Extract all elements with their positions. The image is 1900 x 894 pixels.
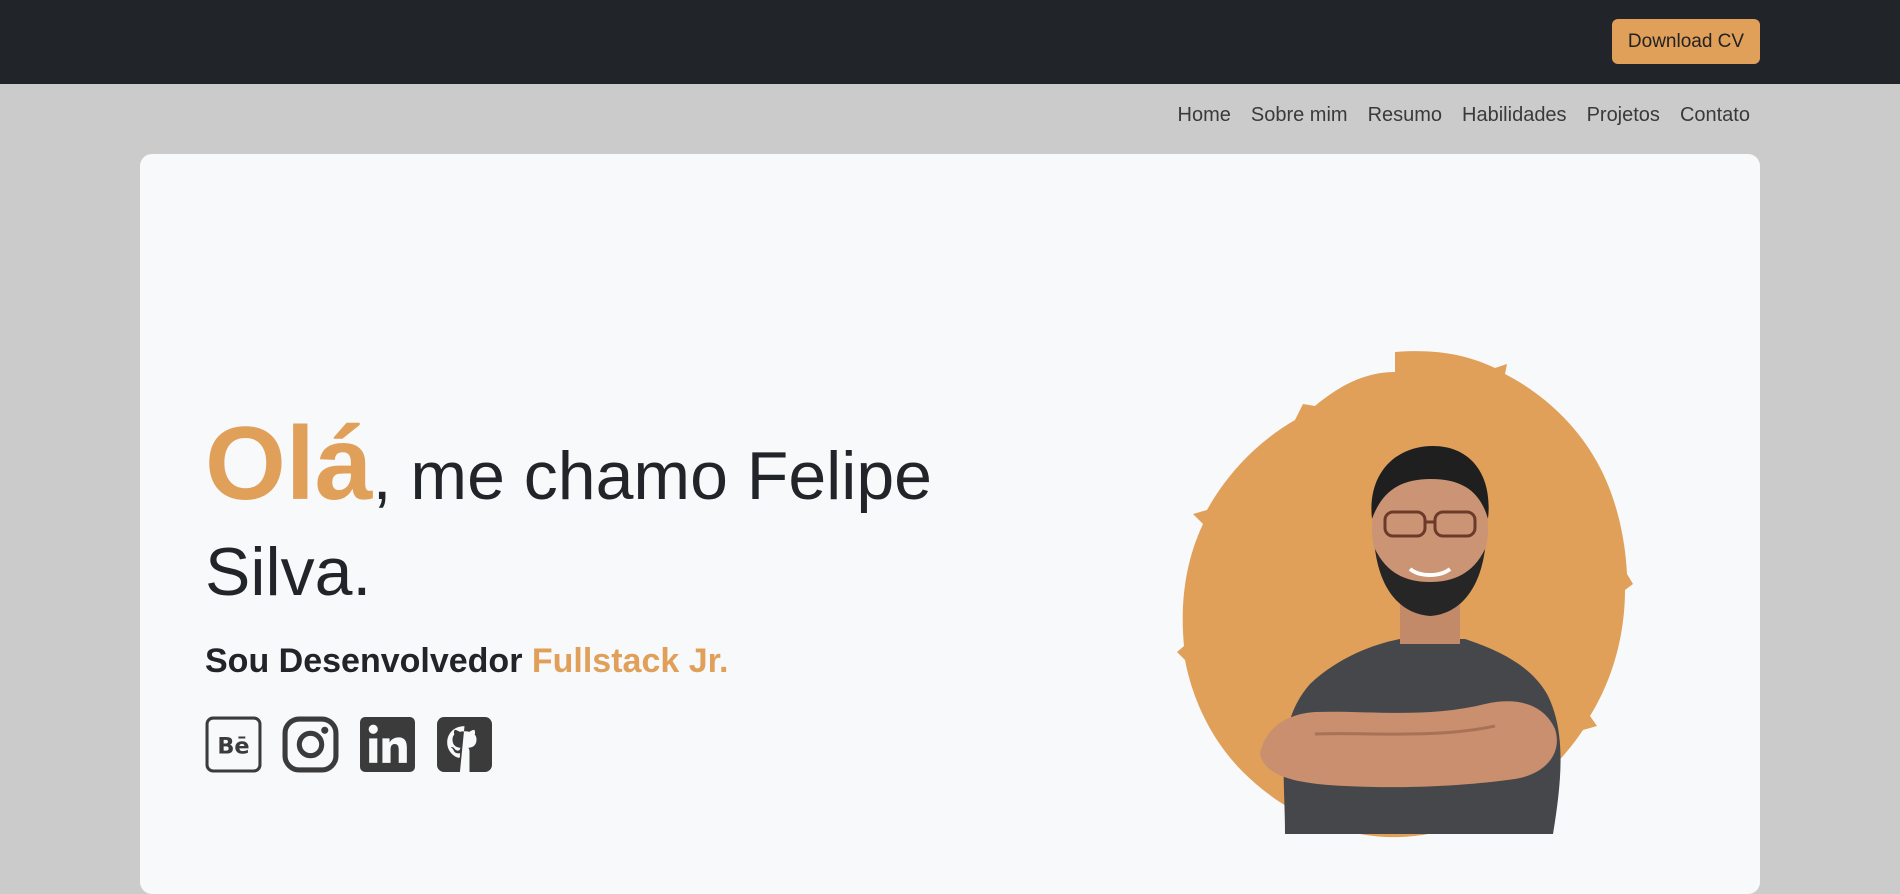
role-highlight: Fullstack Jr.	[531, 642, 729, 680]
nav-link-resumo[interactable]: Resumo	[1368, 104, 1442, 127]
nav-link-projetos[interactable]: Projetos	[1587, 104, 1660, 127]
instagram-icon	[282, 716, 339, 773]
hero-card: Olá, me chamo Felipe Silva. Sou Desenvolv…	[140, 154, 1760, 894]
github-link[interactable]	[436, 716, 493, 773]
greeting: Olá	[205, 406, 373, 522]
nav-link-habilidades[interactable]: Habilidades	[1462, 104, 1567, 127]
svg-text:Bē: Bē	[217, 734, 249, 760]
role-subtitle: Sou Desenvolvedor Fullstack Jr.	[205, 642, 728, 681]
nav-link-home[interactable]: Home	[1178, 104, 1231, 127]
instagram-link[interactable]	[282, 716, 339, 773]
last-name: Silva.	[205, 534, 372, 610]
profile-photo	[1177, 351, 1633, 838]
person-arms	[1260, 701, 1557, 788]
github-icon	[437, 717, 492, 772]
linkedin-link[interactable]	[359, 716, 416, 773]
behance-link[interactable]: Bē	[205, 716, 262, 773]
first-name: Felipe	[746, 438, 932, 514]
nav-link-contato[interactable]: Contato	[1680, 104, 1750, 127]
hero-heading: Olá, me chamo Felipe Silva.	[205, 412, 1005, 620]
top-bar: Download CV	[0, 0, 1900, 84]
linkedin-icon	[360, 717, 415, 772]
download-cv-button[interactable]: Download CV	[1612, 19, 1760, 64]
social-links: Bē	[205, 716, 493, 773]
behance-icon: Bē	[205, 716, 262, 773]
intro-text: , me chamo	[372, 438, 747, 514]
nav-link-sobre-mim[interactable]: Sobre mim	[1251, 104, 1348, 127]
main-nav: Home Sobre mim Resumo Habilidades Projet…	[1178, 104, 1751, 127]
role-prefix: Sou Desenvolvedor	[205, 642, 532, 680]
